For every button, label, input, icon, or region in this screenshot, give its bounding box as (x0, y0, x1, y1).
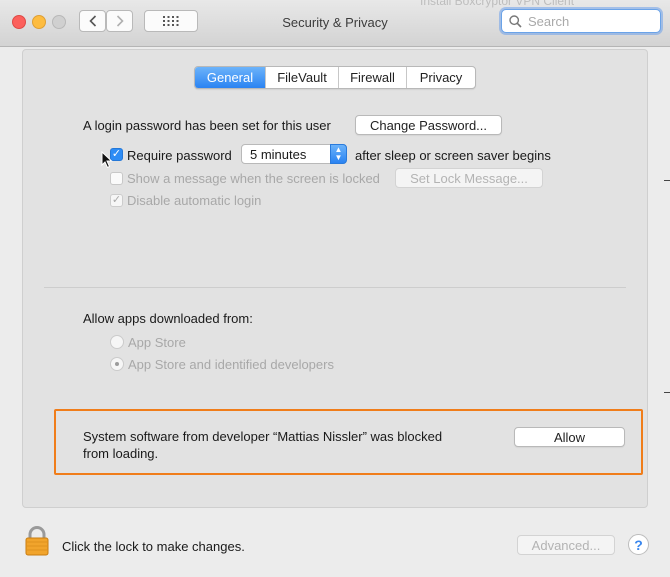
show-message-checkbox[interactable] (110, 172, 123, 185)
tab-bar: General FileVault Firewall Privacy (194, 66, 476, 89)
tab-filevault[interactable]: FileVault (266, 67, 339, 88)
show-message-label: Show a message when the screen is locked (127, 171, 380, 186)
mouse-pointer-icon (101, 151, 113, 169)
change-password-button[interactable]: Change Password... (355, 115, 502, 135)
background-window-edge (664, 180, 670, 181)
tab-firewall[interactable]: Firewall (339, 67, 407, 88)
radio-app-store-label: App Store (128, 335, 186, 350)
background-window-tab-text: Install Boxcryptor VPN Client (420, 0, 575, 8)
allow-apps-heading: Allow apps downloaded from: (83, 311, 253, 326)
radio-identified-developers[interactable] (110, 357, 124, 371)
disable-auto-login-label: Disable automatic login (127, 193, 262, 208)
blocked-message-line2: from loading. (83, 446, 159, 461)
allow-button[interactable]: Allow (514, 427, 625, 447)
radio-app-store[interactable] (110, 335, 124, 349)
search-input[interactable] (528, 13, 648, 29)
after-sleep-text: after sleep or screen saver begins (355, 148, 551, 163)
stepper-arrows-icon: ▲ ▼ (330, 144, 347, 164)
window-toolbar: Install Boxcryptor VPN Client Security &… (0, 0, 670, 47)
help-button[interactable]: ? (628, 534, 649, 555)
blocked-message-line1: System software from developer “Mattias … (83, 429, 443, 444)
require-password-interval-select[interactable]: 5 minutes ▲ ▼ (241, 144, 347, 164)
section-divider (44, 287, 626, 288)
search-icon (509, 14, 522, 28)
set-lock-message-button[interactable]: Set Lock Message... (395, 168, 543, 188)
radio-identified-developers-label: App Store and identified developers (128, 357, 334, 372)
login-password-text: A login password has been set for this u… (83, 118, 331, 133)
require-password-label: Require password (127, 148, 232, 163)
require-password-interval-value: 5 minutes (250, 146, 307, 162)
advanced-button[interactable]: Advanced... (517, 535, 615, 555)
padlock-icon[interactable] (25, 526, 49, 556)
lock-hint-text: Click the lock to make changes. (62, 539, 245, 554)
search-field[interactable] (501, 9, 661, 33)
disable-auto-login-checkbox[interactable]: ✓ (110, 194, 123, 207)
tab-privacy[interactable]: Privacy (407, 67, 475, 88)
tab-general[interactable]: General (195, 67, 266, 88)
background-window-edge (664, 392, 670, 393)
